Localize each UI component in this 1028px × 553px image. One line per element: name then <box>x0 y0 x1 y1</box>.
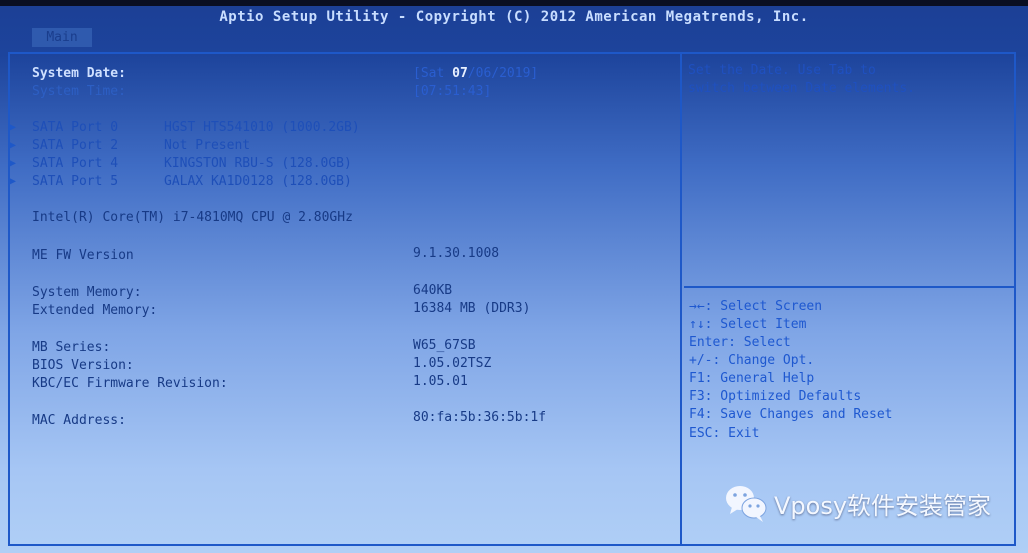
extended-memory-label: Extended Memory: <box>32 303 158 318</box>
main-panel <box>8 52 1016 546</box>
system-date-label: System Date: <box>32 66 126 81</box>
system-memory-value: 640KB <box>413 283 453 298</box>
cpu-info: Intel(R) Core(TM) i7-4810MQ CPU @ 2.80GH… <box>32 210 353 225</box>
bios-screen: Aptio Setup Utility - Copyright (C) 2012… <box>0 0 1028 553</box>
bios-version-label: BIOS Version: <box>32 358 134 373</box>
kbc-ec-revision-value: 1.05.01 <box>413 374 468 389</box>
watermark-text: Vposy软件安装管家 <box>774 491 992 520</box>
wechat-icon <box>726 486 767 522</box>
watermark: Vposy软件安装管家 <box>724 483 991 523</box>
date-selected-element[interactable]: 07 <box>452 66 468 81</box>
key-select-item: ↑↓: Select Item <box>689 317 807 332</box>
key-optimized-defaults: F3: Optimized Defaults <box>689 389 862 404</box>
extended-memory-value: 16384 MB (DDR3) <box>413 301 531 316</box>
sata-port-device: HGST HTS541010 (1000.2GB) <box>164 120 360 135</box>
me-fw-version-label: ME FW Version <box>32 248 134 263</box>
sata-port-device: GALAX KA1D0128 (128.0GB) <box>164 174 352 189</box>
help-divider <box>684 286 1014 288</box>
key-exit: ESC: Exit <box>689 426 760 441</box>
app-title: Aptio Setup Utility - Copyright (C) 2012… <box>219 9 809 25</box>
help-text-line: Set the Date. Use Tab to <box>688 63 876 78</box>
sata-port-device: Not Present <box>164 138 251 153</box>
mb-series-label: MB Series: <box>32 340 111 355</box>
key-select-screen: →←: Select Screen <box>689 299 823 314</box>
submenu-arrow-icon: ▶ <box>10 122 17 133</box>
system-time-label: System Time: <box>32 84 126 99</box>
sata-port-label: SATA Port 0 <box>32 120 119 135</box>
submenu-arrow-icon: ▶ <box>10 158 17 169</box>
sata-port-label: SATA Port 5 <box>32 174 119 189</box>
kbc-ec-revision-label: KBC/EC Firmware Revision: <box>32 376 228 391</box>
mb-series-value: W65_67SB <box>413 338 476 353</box>
system-time-field[interactable]: [07:51:43] <box>413 83 491 101</box>
sata-port-label: SATA Port 2 <box>32 138 119 153</box>
key-save-reset: F4: Save Changes and Reset <box>689 407 893 422</box>
key-change-opt: +/-: Change Opt. <box>689 353 815 368</box>
mac-address-label: MAC Address: <box>32 413 126 428</box>
panel-divider-vertical <box>680 52 682 546</box>
submenu-arrow-icon: ▶ <box>10 140 17 151</box>
tab-main[interactable]: Main <box>32 28 92 47</box>
system-memory-label: System Memory: <box>32 285 142 300</box>
date-prefix: [Sat <box>413 66 453 81</box>
help-text-line: switch between Date elements. <box>688 81 915 96</box>
sata-port-device: KINGSTON RBU-S (128.0GB) <box>164 156 352 171</box>
system-date-field[interactable]: [Sat 07/06/2019] <box>413 65 538 83</box>
key-enter-select: Enter: Select <box>689 335 791 350</box>
bios-version-value: 1.05.02TSZ <box>413 356 492 371</box>
mac-address-value: 80:fa:5b:36:5b:1f <box>413 410 547 425</box>
submenu-arrow-icon: ▶ <box>10 176 17 187</box>
sata-port-label: SATA Port 4 <box>32 156 119 171</box>
date-suffix: /06/2019] <box>467 66 539 81</box>
key-general-help: F1: General Help <box>689 371 815 386</box>
me-fw-version-value: 9.1.30.1008 <box>413 246 500 261</box>
